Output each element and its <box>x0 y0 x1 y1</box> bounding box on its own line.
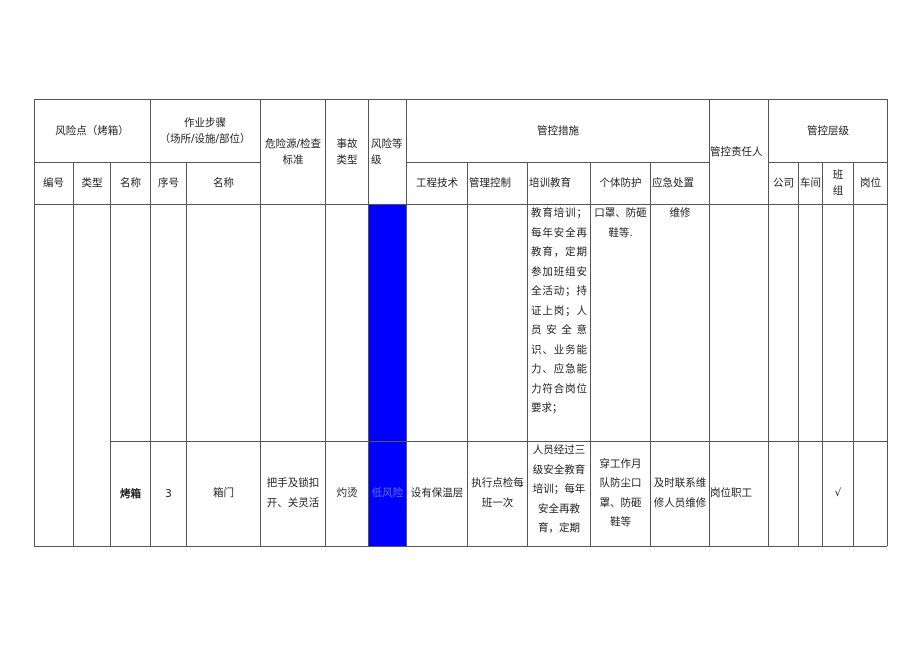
row1-training: 教育培训；每年安全再教育，定期参加班组安全活动；持证上岗；人员安全意识、业务能力… <box>531 207 587 414</box>
row2-name: 烤箱 <box>120 487 141 500</box>
header-emergency: 应急处置 <box>652 177 694 189</box>
col-divider <box>73 162 74 546</box>
header-post: 岗位 <box>860 177 881 189</box>
header-work-steps-subtitle: （场所/设施/部位） <box>159 132 251 145</box>
row2-hazard: 把手及锁扣开、关灵活 <box>266 477 320 509</box>
table-border-bottom <box>34 546 887 547</box>
header-work-steps-title: 作业步骤 <box>184 116 226 129</box>
header-company: 公司 <box>773 177 794 189</box>
row2-emergency: 及时联系维修人员维修 <box>653 477 707 509</box>
header-risk-point: 风险点（烤箱） <box>55 124 129 137</box>
row2-management: 执行点检每班一次 <box>471 477 524 509</box>
header-control-measures: 管控措施 <box>537 124 579 137</box>
header-type: 类型 <box>81 177 103 189</box>
row2-ppe: 穿工作月队防尘口罩、防砸鞋等 <box>599 457 642 529</box>
header-workshop: 车间 <box>800 177 821 189</box>
row1-emergency: 维修 <box>669 207 691 219</box>
row2-risk-level: 低风险 <box>371 486 404 499</box>
header-work-steps: 作业步骤 （场所/设施/部位） <box>150 99 260 162</box>
row2-workshop <box>799 441 822 546</box>
row2-step-name: 箱门 <box>213 486 234 499</box>
header-hazard-standard: 危险源/检查标准 <box>264 137 322 166</box>
row2-company <box>769 441 798 546</box>
header-engineering: 工程技术 <box>416 177 458 189</box>
header-risk-level: 风险等级 <box>371 137 403 166</box>
header-name: 名称 <box>120 177 141 189</box>
row2-responsible: 岗位职工 <box>710 486 752 499</box>
header-ppe: 个体防护 <box>599 177 642 189</box>
header-seq: 序号 <box>158 177 179 189</box>
header-responsible-person: 管控责任人 <box>710 145 763 158</box>
row2-post <box>854 441 887 546</box>
row2-team-check: √ <box>834 486 842 499</box>
row2-engineering: 设有保温层 <box>410 486 464 499</box>
row2-training: 人员经过三级安全教育培训；每年安全再教育，定期 <box>532 444 586 534</box>
header-bottom <box>34 204 887 205</box>
table-border-right <box>887 99 888 546</box>
header-training: 培训教育 <box>529 177 571 189</box>
header-team: 班组 <box>832 169 844 197</box>
header-management: 管理控制 <box>469 177 511 189</box>
header-control-level: 管控层级 <box>807 124 849 137</box>
header-step-name: 名称 <box>213 177 234 189</box>
row2-accident: 灼烫 <box>336 486 358 499</box>
header-code: 编号 <box>43 177 64 189</box>
row2-seq: 3 <box>165 487 172 500</box>
row1-ppe: 口罩、防砸鞋等. <box>594 207 647 239</box>
header-accident-type: 事故类型 <box>336 137 358 166</box>
